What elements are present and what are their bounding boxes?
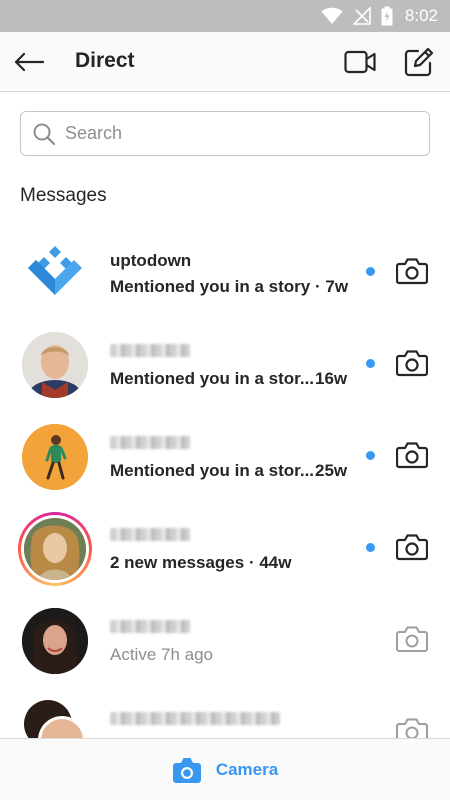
camera-icon [396,350,428,377]
search-bar[interactable] [20,111,430,156]
message-time: · 44w [248,553,292,572]
conversation-name-redacted [110,436,190,449]
wifi-icon [321,7,343,24]
conversation-name-redacted [110,712,280,725]
camera-reply-button[interactable] [395,255,429,287]
message-row[interactable]: 2 new messages · 44w [0,501,450,593]
conversation-name: uptodown [110,251,192,270]
app-header: Direct [0,32,450,92]
camera-icon [396,258,428,285]
active-status: Active 7h ago [110,645,214,664]
message-time: 25w [315,461,348,480]
avatar [22,332,88,398]
status-bar: 8:02 [0,0,450,32]
preview-text: 2 new messages [110,553,245,572]
compose-icon [404,47,434,77]
messages-section-title: Messages [20,185,107,206]
message-row[interactable]: uptodown Mentioned you in a story · 7w [0,225,450,317]
preview-text: Mentioned you in a story [110,277,311,296]
avatar [22,240,88,306]
page-title: Direct [75,49,135,72]
search-icon [31,121,57,147]
camera-icon [396,626,428,652]
message-row[interactable]: Active 7h ago [0,593,450,685]
unread-indicator [366,267,375,276]
message-time: · 7w [314,277,349,296]
camera-reply-button[interactable] [395,439,429,471]
search-input[interactable] [65,123,405,144]
conversation-preview: 2 new messages · 44w [110,553,291,573]
signal-icon [352,7,371,25]
camera-icon [172,757,201,783]
new-message-button[interactable] [402,45,436,79]
camera-reply-button[interactable] [395,531,429,563]
camera-reply-button[interactable] [395,347,429,379]
camera-reply-button[interactable] [395,623,429,655]
conversation-preview: Mentioned you in a stor... [110,461,314,481]
message-list: uptodown Mentioned you in a story · 7w M… [0,225,450,777]
status-time: 8:02 [404,6,438,25]
conversation-name-redacted [110,620,190,633]
unread-indicator [366,359,375,368]
avatar [22,608,88,674]
message-time: 16w [315,369,348,388]
avatar [22,424,88,490]
camera-icon [396,442,428,469]
message-row[interactable]: Mentioned you in a stor... 16w [0,317,450,409]
video-call-button[interactable] [343,46,377,78]
conversation-name-redacted [110,344,190,357]
video-camera-icon [344,50,376,74]
battery-icon [381,6,393,26]
camera-label: Camera [215,759,279,779]
conversation-name-redacted [110,528,190,541]
avatar-with-story-ring [18,512,92,586]
camera-bar[interactable]: Camera [0,738,450,800]
conversation-preview: Mentioned you in a story · 7w [110,277,348,297]
preview-text: Mentioned you in a stor... [110,461,315,480]
preview-text: Mentioned you in a stor... [110,369,315,388]
message-row[interactable]: Mentioned you in a stor... 25w [0,409,450,501]
camera-icon [396,534,428,561]
unread-indicator [366,543,375,552]
back-arrow-icon [14,52,44,72]
back-button[interactable] [12,46,46,78]
unread-indicator [366,451,375,460]
conversation-preview: Mentioned you in a stor... [110,369,314,389]
